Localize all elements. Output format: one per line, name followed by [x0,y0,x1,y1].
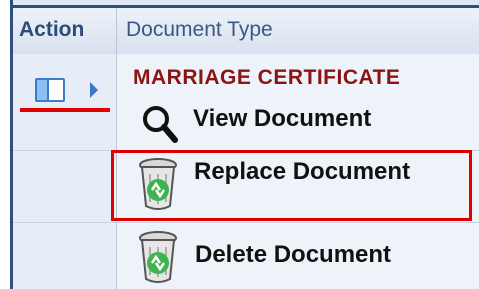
annotation-underline [20,108,110,112]
recycle-bin-icon [139,231,177,283]
column-divider [116,8,117,289]
magnifier-icon [143,106,178,143]
delete-document-option[interactable]: Delete Document [195,241,391,269]
row-separator [13,222,479,223]
annotation-highlight-box [111,150,472,221]
document-type-title: MARRIAGE CERTIFICATE [133,66,401,89]
column-header-document-type[interactable]: Document Type [126,12,273,48]
context-menu-icon[interactable] [35,78,65,102]
view-document-option[interactable]: View Document [193,105,371,133]
caret-right-icon[interactable] [90,82,98,98]
column-header-action[interactable]: Action [13,12,111,48]
